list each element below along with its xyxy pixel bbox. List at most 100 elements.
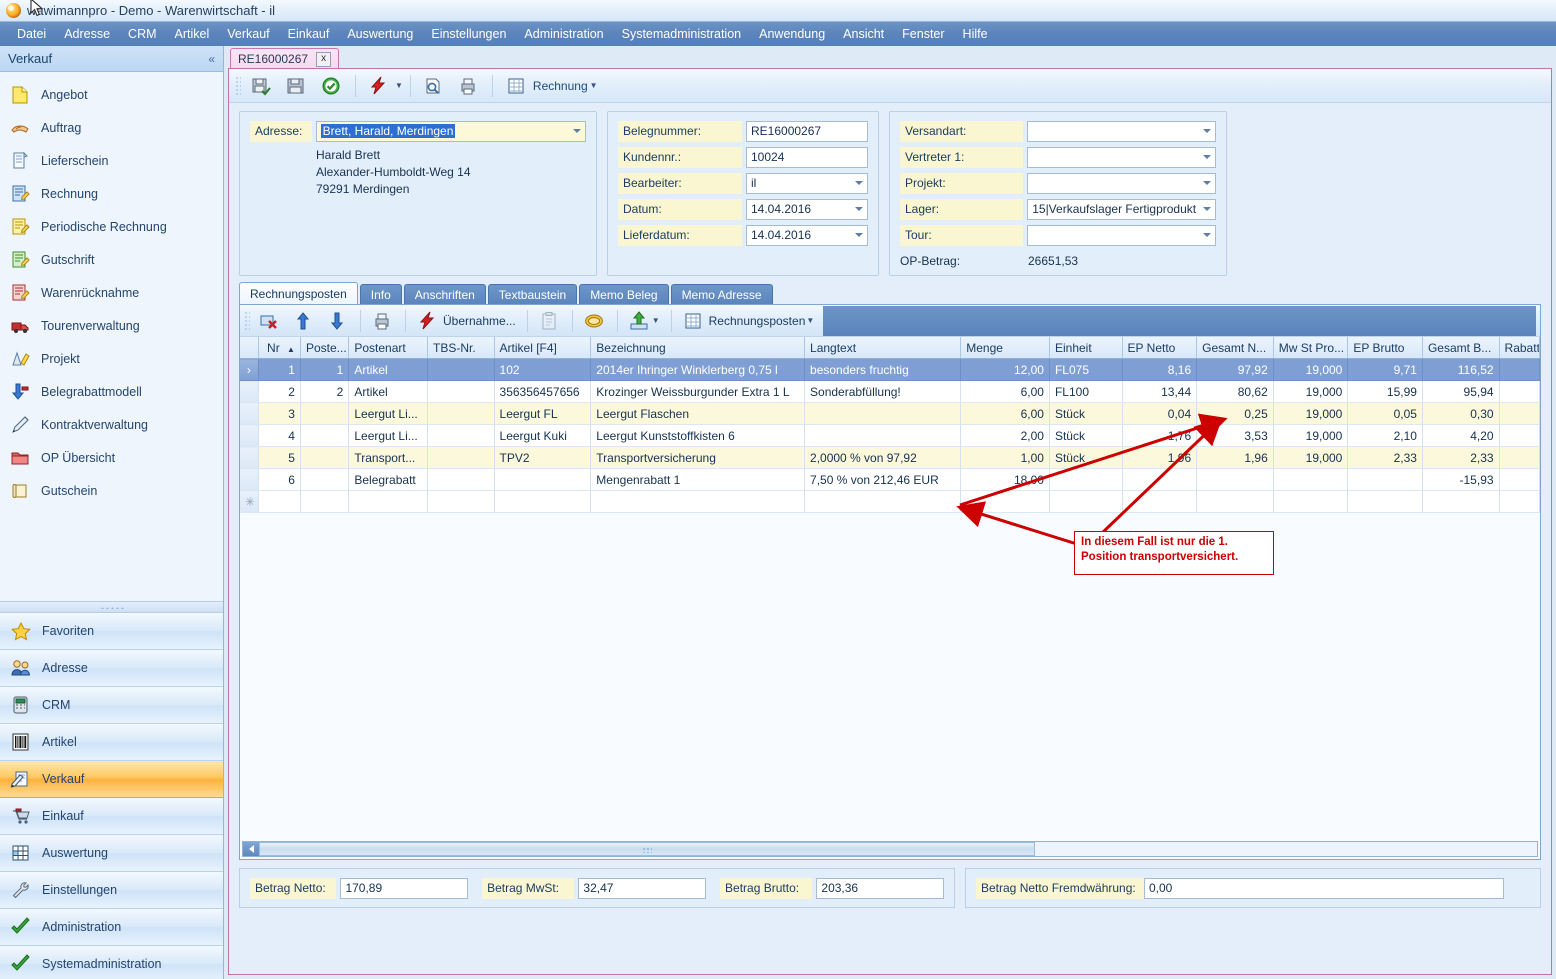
betrag-netto-input[interactable]: 170,89 xyxy=(340,877,469,899)
sidebar-item-auftrag[interactable]: Auftrag xyxy=(0,111,223,144)
column-header-ep-netto[interactable]: EP Netto xyxy=(1122,337,1198,359)
lager-combo[interactable]: 15|Verkaufslager Fertigprodukt xyxy=(1027,198,1216,220)
menu-item-administration[interactable]: Administration xyxy=(515,24,612,44)
menu-item-fenster[interactable]: Fenster xyxy=(893,24,953,44)
export-button[interactable]: ▼ xyxy=(624,307,665,335)
menu-item-einstellungen[interactable]: Einstellungen xyxy=(422,24,515,44)
clipboard-button[interactable] xyxy=(534,307,566,335)
sidebar-item-op-uebersicht[interactable]: OP Übersicht xyxy=(0,441,223,474)
new-row-placeholder[interactable]: ✳ xyxy=(240,490,1541,513)
double-chevron-left-icon[interactable]: « xyxy=(208,52,215,66)
print-button[interactable] xyxy=(453,71,485,101)
column-header-gesamt-netto[interactable]: Gesamt N... xyxy=(1196,337,1274,359)
print-button[interactable] xyxy=(367,307,399,335)
projekt-combo[interactable] xyxy=(1027,172,1216,194)
column-header-artikel[interactable]: Artikel [F4] xyxy=(494,337,592,359)
column-header-menge[interactable]: Menge xyxy=(960,337,1050,359)
save-button[interactable] xyxy=(281,71,313,101)
menu-item-crm[interactable]: CRM xyxy=(119,24,165,44)
move-up-button[interactable] xyxy=(288,307,320,335)
menu-item-auswertung[interactable]: Auswertung xyxy=(338,24,422,44)
document-type-combo[interactable]: Rechnung ▼ xyxy=(500,72,604,100)
betrag-brutto-input[interactable]: 203,36 xyxy=(816,877,945,899)
table-row[interactable]: 2 2 Artikel 356356457656 Krozinger Weiss… xyxy=(240,380,1541,403)
sidebar-item-projekt[interactable]: Projekt xyxy=(0,342,223,375)
save-and-new-button[interactable] xyxy=(246,71,278,101)
scrollbar-thumb[interactable] xyxy=(259,842,1035,856)
betrag-mwst-input[interactable]: 32,47 xyxy=(578,877,707,899)
chevron-down-icon[interactable]: ▼ xyxy=(590,81,598,90)
sidebar-item-periodische-rechnung[interactable]: Periodische Rechnung xyxy=(0,210,223,243)
sidebar-module-crm[interactable]: CRM xyxy=(0,687,223,724)
grid-toolbar-grip[interactable] xyxy=(244,310,250,331)
confirm-button[interactable] xyxy=(316,71,348,101)
tour-combo[interactable] xyxy=(1027,224,1216,246)
label-button[interactable] xyxy=(579,307,611,335)
column-header-tbs-nr[interactable]: TBS-Nr. xyxy=(427,337,495,359)
belegnummer-input[interactable]: RE16000267 xyxy=(746,120,868,142)
sidebar-item-angebot[interactable]: Angebot xyxy=(0,78,223,111)
bearbeiter-combo[interactable]: il xyxy=(746,172,868,194)
sidebar-item-belegrabattmodell[interactable]: Belegrabattmodell xyxy=(0,375,223,408)
sidebar-item-gutschrift[interactable]: Gutschrift xyxy=(0,243,223,276)
chevron-down-icon[interactable]: ▼ xyxy=(806,316,814,325)
preview-button[interactable] xyxy=(418,71,450,101)
datum-input[interactable]: 14.04.2016 xyxy=(746,198,868,220)
sidebar-module-einkauf[interactable]: Einkauf xyxy=(0,798,223,835)
menu-item-ansicht[interactable]: Ansicht xyxy=(834,24,893,44)
address-combo[interactable]: Brett, Harald, Merdingen xyxy=(315,120,586,142)
move-down-button[interactable] xyxy=(322,307,354,335)
lieferdatum-input[interactable]: 14.04.2016 xyxy=(746,224,868,246)
table-row[interactable]: 5 Transport... TPV2 Transportversicherun… xyxy=(240,446,1541,469)
sidebar-module-auswertung[interactable]: Auswertung xyxy=(0,835,223,872)
menu-item-anwendung[interactable]: Anwendung xyxy=(750,24,834,44)
table-row[interactable]: 4 Leergut Li... Leergut Kuki Leergut Kun… xyxy=(240,424,1541,447)
versandart-combo[interactable] xyxy=(1027,120,1216,142)
column-header-postenart[interactable]: Postenart xyxy=(348,337,428,359)
tab-memo-beleg[interactable]: Memo Beleg xyxy=(579,284,669,304)
uebernahme-button[interactable]: Übernahme... xyxy=(412,307,521,335)
table-row[interactable]: › 1 1 Artikel 102 2014er Ihringer Winkle… xyxy=(240,358,1541,381)
column-header-poste[interactable]: Poste... xyxy=(300,337,350,359)
sidebar-module-artikel[interactable]: Artikel xyxy=(0,724,223,761)
sidebar-splitter[interactable] xyxy=(0,601,223,613)
scroll-left-arrow-icon[interactable] xyxy=(243,842,259,856)
kundennr-input[interactable]: 10024 xyxy=(746,146,868,168)
chevron-down-icon[interactable]: ▼ xyxy=(395,81,403,90)
sidebar-module-administration[interactable]: Administration xyxy=(0,909,223,946)
column-header-nr[interactable]: Nr ▲ xyxy=(258,337,301,359)
chevron-down-icon[interactable]: ▼ xyxy=(652,316,660,325)
menu-item-adresse[interactable]: Adresse xyxy=(55,24,119,44)
sidebar-module-einstellungen[interactable]: Einstellungen xyxy=(0,872,223,909)
table-row[interactable]: 6 Belegrabatt Mengenrabatt 1 7,50 % von … xyxy=(240,468,1541,491)
column-header-rabatt[interactable]: Rabatt xyxy=(1499,337,1541,359)
sidebar-module-favoriten[interactable]: Favoriten xyxy=(0,613,223,650)
table-row[interactable]: 3 Leergut Li... Leergut FL Leergut Flasc… xyxy=(240,402,1541,425)
betrag-netto-fremdwaehrung-input[interactable]: 0,00 xyxy=(1144,877,1504,899)
tab-rechnungsposten[interactable]: Rechnungsposten xyxy=(239,282,358,304)
tab-anschriften[interactable]: Anschriften xyxy=(403,284,486,304)
grid-horizontal-scrollbar[interactable] xyxy=(242,841,1538,857)
tab-memo-adresse[interactable]: Memo Adresse xyxy=(670,284,773,304)
document-tab-re16000267[interactable]: RE16000267 x xyxy=(230,48,340,69)
sidebar-item-warenruecknahme[interactable]: Warenrücknahme xyxy=(0,276,223,309)
rechnungsposten-combo[interactable]: Rechnungsposten ▼ xyxy=(678,307,820,335)
menu-item-artikel[interactable]: Artikel xyxy=(166,24,219,44)
tab-textbaustein[interactable]: Textbaustein xyxy=(487,284,578,304)
column-header-mwst-prozent[interactable]: Mw St Pro... xyxy=(1273,337,1349,359)
menu-item-einkauf[interactable]: Einkauf xyxy=(279,24,339,44)
column-header-bezeichnung[interactable]: Bezeichnung xyxy=(590,337,806,359)
sidebar-item-kontraktverwaltung[interactable]: Kontraktverwaltung xyxy=(0,408,223,441)
sidebar-item-rechnung[interactable]: Rechnung xyxy=(0,177,223,210)
column-header-langtext[interactable]: Langtext xyxy=(804,337,962,359)
menu-item-verkauf[interactable]: Verkauf xyxy=(218,24,278,44)
toolbar-grip[interactable] xyxy=(235,75,241,96)
vertreter1-combo[interactable] xyxy=(1027,146,1216,168)
column-header-ep-brutto[interactable]: EP Brutto xyxy=(1347,337,1423,359)
sidebar-item-gutschein[interactable]: Gutschein xyxy=(0,474,223,507)
sidebar-item-tourenverwaltung[interactable]: Tourenverwaltung xyxy=(0,309,223,342)
menu-item-hilfe[interactable]: Hilfe xyxy=(954,24,997,44)
sidebar-module-verkauf[interactable]: Verkauf xyxy=(0,761,223,798)
menu-item-systemadministration[interactable]: Systemadministration xyxy=(613,24,751,44)
close-icon[interactable]: x xyxy=(316,51,332,67)
